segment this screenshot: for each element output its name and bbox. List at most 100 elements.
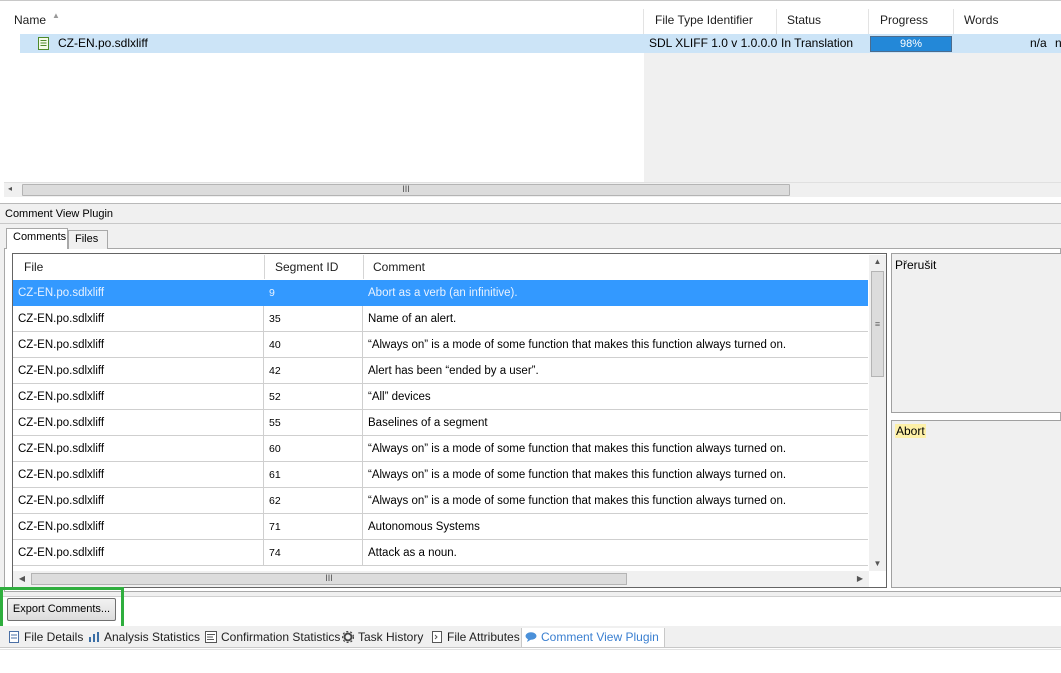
cell-file: CZ-EN.po.sdlxliff <box>13 306 264 332</box>
comment-bubble-icon <box>525 632 537 642</box>
file-attributes-icon <box>432 631 442 643</box>
cell-segment-id: 74 <box>264 540 363 566</box>
tab-analysis-statistics-label: Analysis Statistics <box>104 630 201 644</box>
cell-file: CZ-EN.po.sdlxliff <box>13 514 264 540</box>
scroll-left-arrow-icon[interactable]: ◂ <box>8 184 12 193</box>
cell-file: CZ-EN.po.sdlxliff <box>13 462 264 488</box>
cell-segment-id: 55 <box>264 410 363 436</box>
cell-comment: “Always on” is a mode of some function t… <box>368 495 787 507</box>
tab-file-details[interactable]: File Details <box>8 628 83 648</box>
file-status: In Translation <box>781 36 854 50</box>
tab-file-details-label: File Details <box>24 630 84 644</box>
scroll-up-arrow-icon[interactable]: ▲ <box>869 255 886 269</box>
next-column-fragment: n <box>1055 36 1061 50</box>
plugin-title: Comment View Plugin <box>5 208 114 220</box>
cell-file: CZ-EN.po.sdlxliff <box>13 436 264 462</box>
highlight-box <box>0 587 124 631</box>
source-text-panel: Přerušit <box>891 253 1061 413</box>
column-header-file-type[interactable]: File Type Identifier <box>645 9 777 34</box>
task-history-gear-icon <box>342 631 354 643</box>
grid-header-file[interactable]: File <box>14 255 265 279</box>
confirmation-statistics-icon <box>205 631 217 643</box>
cell-file: CZ-EN.po.sdlxliff <box>13 488 264 514</box>
scroll-grip: III <box>402 184 410 194</box>
cell-segment-id: 40 <box>264 332 363 358</box>
cell-comment: “Always on” is a mode of some function t… <box>368 339 787 351</box>
grid-header-segment-id[interactable]: Segment ID <box>265 255 363 279</box>
grid-horizontal-scroll-thumb[interactable]: III <box>31 573 627 585</box>
grid-header-comment-label: Comment <box>373 260 426 274</box>
table-row[interactable]: CZ-EN.po.sdlxliff 55 Baselines of a segmen… <box>13 410 868 436</box>
column-header-name[interactable]: Name ▲ <box>4 9 644 34</box>
tab-task-history[interactable]: Task History <box>342 628 423 648</box>
scroll-left-arrow-icon[interactable]: ◀ <box>15 572 29 586</box>
cell-segment-id: 9 <box>264 280 363 306</box>
table-row[interactable]: CZ-EN.po.sdlxliff 9 Abort as a verb (an in… <box>13 280 868 306</box>
column-header-progress-label: Progress <box>880 13 929 27</box>
sort-ascending-icon: ▲ <box>52 11 60 20</box>
cell-segment-id: 42 <box>264 358 363 384</box>
cell-segment-id: 52 <box>264 384 363 410</box>
grid-header-file-label: File <box>24 260 44 274</box>
cell-segment-id: 61 <box>264 462 363 488</box>
cell-comment: “Always on” is a mode of some function t… <box>368 469 787 481</box>
column-header-status[interactable]: Status <box>777 9 869 34</box>
table-row[interactable]: CZ-EN.po.sdlxliff 52 “All” devices <box>13 384 868 410</box>
column-header-words[interactable]: Words <box>954 9 1061 34</box>
column-header-progress[interactable]: Progress <box>870 9 954 34</box>
target-text: Abort <box>895 424 926 438</box>
cell-comment: “Always on” is a mode of some function t… <box>368 443 787 455</box>
table-row[interactable]: CZ-EN.po.sdlxliff 74 Attack as a noun. <box>13 540 868 566</box>
divider <box>0 223 1061 224</box>
cell-file: CZ-EN.po.sdlxliff <box>13 332 264 358</box>
table-row[interactable]: CZ-EN.po.sdlxliff 61 “Always on” is a mode… <box>13 462 868 488</box>
table-row[interactable]: CZ-EN.po.sdlxliff 42 Alert has been “ended… <box>13 358 868 384</box>
column-header-file-type-label: File Type Identifier <box>655 13 753 27</box>
table-row[interactable]: CZ-EN.po.sdlxliff 60 “Always on” is a mode… <box>13 436 868 462</box>
cell-segment-id: 71 <box>264 514 363 540</box>
scroll-grip: III <box>325 573 333 583</box>
cell-comment: Autonomous Systems <box>368 521 480 533</box>
column-header-name-label: Name <box>14 13 47 27</box>
cell-file: CZ-EN.po.sdlxliff <box>13 540 264 566</box>
tab-files[interactable]: Files <box>68 230 108 249</box>
cell-segment-id: 60 <box>264 436 363 462</box>
export-toolbar <box>0 596 1061 626</box>
cell-comment: Abort as a verb (an infinitive). <box>368 287 518 299</box>
file-words: n/a <box>1030 36 1047 50</box>
file-details-icon <box>9 631 19 643</box>
cell-comment: Baselines of a segment <box>368 417 488 429</box>
cell-segment-id: 62 <box>264 488 363 514</box>
file-name: CZ-EN.po.sdlxliff <box>58 36 148 50</box>
tab-confirmation-statistics[interactable]: Confirmation Statistics <box>205 628 340 648</box>
table-row[interactable]: CZ-EN.po.sdlxliff 62 “Always on” is a mode… <box>13 488 868 514</box>
tab-file-attributes-label: File Attributes <box>447 630 520 644</box>
tab-comment-view-plugin[interactable]: Comment View Plugin <box>521 628 665 648</box>
tab-files-label: Files <box>75 233 99 245</box>
files-horizontal-scroll-thumb[interactable]: III <box>22 184 790 196</box>
grid-vertical-scroll-thumb[interactable]: ≡ <box>871 271 884 377</box>
grid-header-comment[interactable]: Comment <box>363 255 863 279</box>
tab-comments[interactable]: Comments <box>6 228 68 249</box>
tab-file-attributes[interactable]: File Attributes <box>431 628 520 648</box>
tab-comment-view-plugin-label: Comment View Plugin <box>541 630 659 644</box>
grid-header-segment-id-label: Segment ID <box>275 260 339 274</box>
table-row[interactable]: CZ-EN.po.sdlxliff 71 Autonomous Systems <box>13 514 868 540</box>
scroll-right-arrow-icon[interactable]: ▶ <box>853 572 867 586</box>
file-type-identifier: SDL XLIFF 1.0 v 1.0.0.0 <box>649 36 778 50</box>
sdlxliff-file-icon <box>38 37 49 50</box>
table-row[interactable]: CZ-EN.po.sdlxliff 35 Name of an alert. <box>13 306 868 332</box>
target-text-panel: Abort <box>891 420 1061 588</box>
file-progress-bar: 98% <box>870 36 952 52</box>
files-list-empty-area <box>644 53 1061 183</box>
cell-file: CZ-EN.po.sdlxliff <box>13 384 264 410</box>
cell-file: CZ-EN.po.sdlxliff <box>13 410 264 436</box>
scroll-down-arrow-icon[interactable]: ▼ <box>869 557 886 571</box>
status-area <box>0 649 1061 673</box>
tab-analysis-statistics[interactable]: Analysis Statistics <box>88 628 200 648</box>
column-header-words-label: Words <box>964 13 999 27</box>
tab-comments-label: Comments <box>13 231 67 243</box>
table-row[interactable]: CZ-EN.po.sdlxliff 40 “Always on” is a mode… <box>13 332 868 358</box>
column-header-status-label: Status <box>787 13 822 27</box>
cell-comment: Name of an alert. <box>368 313 457 325</box>
